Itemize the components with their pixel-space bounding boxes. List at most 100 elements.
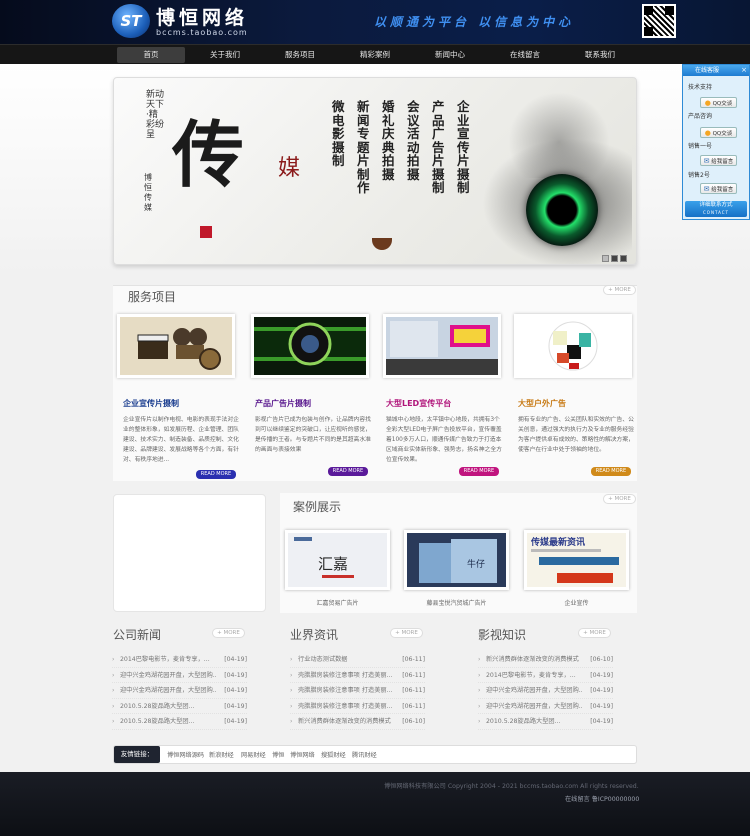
- friend-link[interactable]: 博恒网络: [290, 750, 315, 759]
- news-item-title[interactable]: 迎中兴金鸡湖花园开盘，大型团购...: [486, 699, 582, 715]
- news-item[interactable]: › 2010.5.28旋品路大型团... [04-19]: [478, 714, 613, 730]
- service-title[interactable]: 企业宣传片摄制: [123, 398, 179, 409]
- friend-link[interactable]: 腾讯财经: [352, 750, 377, 759]
- news-item[interactable]: › 2010.5.28旋品路大型团... [04-19]: [112, 699, 247, 715]
- news-item-title[interactable]: 迎中兴金鸡湖花园开盘，大型团购...: [120, 668, 216, 684]
- service-image-product-ad[interactable]: [251, 314, 369, 378]
- green-disc-decoration: [526, 174, 598, 246]
- read-more-button[interactable]: READ MORE: [591, 467, 631, 476]
- slide-dot[interactable]: [620, 255, 627, 262]
- news-item[interactable]: › 行业动态测试数据 [06-11]: [290, 652, 425, 668]
- news-item[interactable]: › 壳腊腊房装修注意事项 打造美丽... [06-11]: [290, 683, 425, 699]
- read-more-button[interactable]: READ MORE: [328, 467, 368, 476]
- news-item[interactable]: › 迎中兴金鸡湖花园开盘，大型团购... [04-19]: [478, 683, 613, 699]
- qq-group-label: 销售2号: [688, 172, 710, 179]
- news-item[interactable]: › 2014巴黎电影节，麦肯专享，... [04-19]: [478, 668, 613, 684]
- service-title[interactable]: 大型LED宣传平台: [386, 398, 451, 409]
- news-item[interactable]: › 迎中兴金鸡湖花园开盘，大型团购... [04-19]: [478, 699, 613, 715]
- services-more-button[interactable]: + MORE: [603, 285, 636, 295]
- nav-contact[interactable]: 联系我们: [566, 47, 634, 63]
- banner-slideshow[interactable]: 新动天下·精彩纷呈 博恒传媒 传 媒 微电影摄制 新闻专题片制作 婚礼庆典拍摄 …: [113, 77, 637, 265]
- news-item-title[interactable]: 行业动态测试数据: [298, 652, 394, 668]
- read-more-button[interactable]: READ MORE: [459, 467, 499, 476]
- news-item-title[interactable]: 2010.5.28旋品路大型团...: [120, 714, 216, 730]
- nav-news[interactable]: 新闻中心: [416, 47, 484, 63]
- main-nav: 首页 关于我们 服务项目 精彩案例 新闻中心 在线留言 联系我们: [0, 44, 750, 64]
- nav-services[interactable]: 服务项目: [266, 47, 334, 63]
- news-list: › 新兴消费群体逐渐改变的消费模式 [06-10] › 2014巴黎电影节，麦肯专享，…: [478, 652, 613, 730]
- cases-more-button[interactable]: + MORE: [603, 494, 636, 504]
- cases-title: 案例展示: [293, 500, 342, 514]
- service-image-outdoor[interactable]: [514, 314, 632, 378]
- friend-link[interactable]: 新浪财经: [209, 750, 234, 759]
- service-image-corporate[interactable]: [117, 314, 235, 378]
- news-item-title[interactable]: 新兴消费群体逐渐改变的消费模式: [486, 652, 582, 668]
- side-panel: [113, 494, 266, 612]
- service-title-text[interactable]: 大型户外广告: [518, 399, 566, 408]
- nav-cases[interactable]: 精彩案例: [341, 47, 409, 63]
- leave-message-label: 给我留言: [711, 187, 734, 193]
- news-item[interactable]: › 壳腊腊房装修注意事项 打造美丽... [06-11]: [290, 668, 425, 684]
- logo-text[interactable]: 博恒网络: [156, 3, 248, 30]
- news-more-button[interactable]: + MORE: [390, 628, 423, 638]
- service-image-led[interactable]: [383, 314, 501, 378]
- contact-details-button[interactable]: 详细联系方式 CONTACT: [685, 201, 747, 217]
- news-item[interactable]: › 2010.5.28旋品路大型团... [04-19]: [112, 714, 247, 730]
- slide-dot[interactable]: [611, 255, 618, 262]
- icp-text[interactable]: 在线留言 鲁ICP00000000: [565, 794, 639, 803]
- case-image[interactable]: 传媒最新资讯: [524, 530, 629, 590]
- news-item[interactable]: › 壳腊腊房装修注意事项 打造美丽... [06-11]: [290, 699, 425, 715]
- news-item-title[interactable]: 壳腊腊房装修注意事项 打造美丽...: [298, 699, 394, 715]
- news-item-title[interactable]: 新兴消费群体逐渐改变的消费模式: [298, 714, 394, 730]
- news-item-date: [04-19]: [590, 687, 613, 694]
- news-item-title[interactable]: 壳腊腊房装修注意事项 打造美丽...: [298, 683, 394, 699]
- case-caption[interactable]: 企业宣传: [524, 598, 629, 607]
- case-caption[interactable]: 藤县宝悦汽贸城广告片: [404, 598, 509, 607]
- qq-chat-button[interactable]: ● QQ交谈: [700, 97, 737, 108]
- news-item[interactable]: › 新兴消费群体逐渐改变的消费模式 [06-10]: [290, 714, 425, 730]
- news-item-title[interactable]: 迎中兴金鸡湖花园开盘，大型团购...: [486, 683, 582, 699]
- nav-home[interactable]: 首页: [117, 47, 185, 63]
- friend-link[interactable]: 搜狐财经: [321, 750, 346, 759]
- news-item-title[interactable]: 2010.5.28旋品路大型团...: [486, 714, 582, 730]
- case-image[interactable]: 汇嘉: [285, 530, 390, 590]
- banner-service-column: 企业宣传片摄制: [457, 99, 470, 195]
- banner-calligraphy-small: 博恒传媒: [144, 173, 152, 212]
- news-item-date: [04-19]: [590, 718, 613, 725]
- friend-link[interactable]: 网易财经: [241, 750, 266, 759]
- close-icon[interactable]: ×: [741, 65, 747, 76]
- news-item-title[interactable]: 2014巴黎电影节，麦肯专享，...: [120, 652, 216, 668]
- friend-link[interactable]: 博恒: [272, 750, 284, 759]
- banner-service-column: 微电影摄制: [332, 99, 345, 168]
- copyright-text: 博恒网络科技有限公司 Copyright 2004 - 2021 bccms.t…: [384, 783, 639, 790]
- leave-message-button[interactable]: ✉ 给我留言: [700, 155, 737, 166]
- news-item-date: [04-19]: [224, 687, 247, 694]
- service-title-text[interactable]: 大型LED宣传平台: [386, 399, 451, 408]
- slide-dot[interactable]: [602, 255, 609, 262]
- leave-message-button[interactable]: ✉ 给我留言: [700, 183, 737, 194]
- news-item-title[interactable]: 迎中兴金鸡湖花园开盘，大型团购...: [120, 683, 216, 699]
- case-image[interactable]: 牛仔: [404, 530, 509, 590]
- news-item-title[interactable]: 2014巴黎电影节，麦肯专享，...: [486, 668, 582, 684]
- service-title[interactable]: 大型户外广告: [518, 398, 566, 409]
- qq-chat-button[interactable]: ● QQ交谈: [700, 127, 737, 138]
- read-more-button[interactable]: READ MORE: [196, 470, 236, 479]
- news-more-button[interactable]: + MORE: [578, 628, 611, 638]
- news-more-button[interactable]: + MORE: [212, 628, 245, 638]
- case-caption[interactable]: 汇嘉贸易广告片: [285, 598, 390, 607]
- nav-about[interactable]: 关于我们: [191, 47, 259, 63]
- nav-message[interactable]: 在线留言: [491, 47, 559, 63]
- service-title-text[interactable]: 产品广告片摄制: [255, 399, 311, 408]
- friend-link[interactable]: 博恒网络源码: [167, 750, 204, 759]
- service-title[interactable]: 产品广告片摄制: [255, 398, 311, 409]
- logo-icon[interactable]: ST: [112, 4, 150, 38]
- news-item-title[interactable]: 壳腊腊房装修注意事项 打造美丽...: [298, 668, 394, 684]
- news-item[interactable]: › 2014巴黎电影节，麦肯专享，... [04-19]: [112, 652, 247, 668]
- news-item[interactable]: › 迎中兴金鸡湖花园开盘，大型团购... [04-19]: [112, 683, 247, 699]
- news-item[interactable]: › 新兴消费群体逐渐改变的消费模式 [06-10]: [478, 652, 613, 668]
- qq-group-label: 技术支持: [688, 84, 713, 91]
- news-item-title[interactable]: 2010.5.28旋品路大型团...: [120, 699, 216, 715]
- news-item[interactable]: › 迎中兴金鸡湖花园开盘，大型团购... [04-19]: [112, 668, 247, 684]
- service-title-text[interactable]: 企业宣传片摄制: [123, 399, 179, 408]
- qq-chat-label: QQ交谈: [712, 131, 733, 137]
